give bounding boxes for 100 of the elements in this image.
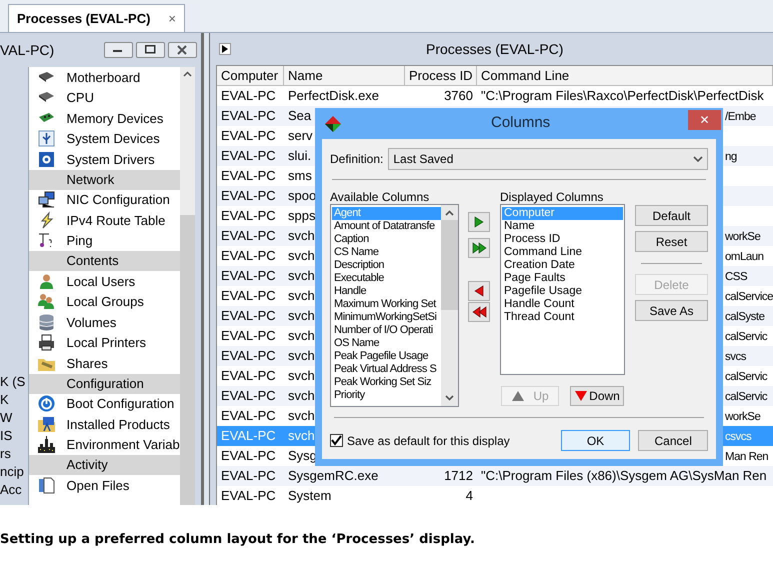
checkbox-label[interactable]: Save as default for this display — [347, 432, 557, 450]
table-cell: svch — [288, 428, 315, 444]
tree-item[interactable]: IS — [0, 427, 28, 445]
table-cell: EVAL-PC — [221, 408, 276, 424]
table-cell: EVAL-PC — [221, 108, 276, 124]
list-item[interactable]: Maximum Working Set — [332, 298, 441, 311]
checkbox[interactable] — [330, 434, 343, 447]
table-cell: EVAL-PC — [221, 248, 276, 264]
list-item[interactable]: Handle — [332, 285, 441, 298]
files-icon — [36, 476, 56, 495]
column-header[interactable]: Computer — [217, 66, 284, 85]
column-header[interactable]: Command Line — [477, 66, 773, 85]
list-label: Available Columns — [330, 189, 430, 204]
triangle-icon — [222, 45, 228, 53]
table-cell: svch — [288, 388, 315, 404]
list-item[interactable]: Peak Virtual Address S — [332, 363, 441, 376]
dialog-button[interactable]: Save As — [635, 300, 708, 321]
tree-item[interactable]: Local Groups — [66, 292, 144, 312]
close-tab-button[interactable]: × — [168, 8, 176, 28]
tree-group-header: Network — [28, 170, 180, 190]
list-item[interactable]: MinimumWorkingSetSi — [332, 311, 441, 324]
list-item[interactable]: Command Line — [502, 246, 623, 259]
close-button[interactable] — [168, 42, 197, 58]
minimize-button[interactable] — [104, 42, 133, 58]
scrollbar[interactable] — [441, 205, 458, 406]
tree-item[interactable]: IPv4 Route Table — [66, 210, 166, 230]
folder-icon — [36, 414, 56, 434]
tree-item[interactable]: Local Users — [66, 272, 136, 291]
restore-button[interactable] — [136, 42, 165, 58]
dialog-button[interactable]: Reset — [635, 231, 708, 252]
tree-item[interactable]: Shares — [66, 354, 108, 373]
table-cell: calServic — [725, 390, 768, 403]
list-item[interactable]: Peak Pagefile Usage — [332, 350, 441, 363]
tree-item[interactable]: NIC Configuration — [66, 190, 170, 210]
dialog-title: Columns — [491, 113, 550, 134]
list-item[interactable]: Creation Date — [502, 259, 623, 272]
dialog-button[interactable]: Default — [635, 205, 708, 226]
list-item[interactable]: Process ID — [502, 233, 623, 246]
table-cell: EVAL-PC — [221, 128, 276, 144]
table-cell: svch — [288, 328, 315, 344]
list-item[interactable]: Description — [332, 259, 441, 272]
app-logo-icon — [325, 116, 341, 132]
tree-item[interactable]: Boot Configuration — [66, 394, 174, 414]
list-item[interactable]: Caption — [332, 233, 441, 246]
list-item[interactable]: OS Name — [332, 337, 441, 350]
tree-item[interactable]: Acc — [0, 481, 28, 499]
available-columns-list[interactable] — [330, 204, 459, 407]
list-item[interactable]: Page Faults — [502, 272, 623, 285]
tree-item[interactable]: ncip — [0, 463, 28, 481]
table-cell: "C:\Program Files (x86)\Sysgem AG\SysMan Ren — [481, 468, 767, 484]
list-item[interactable]: Amount of Datatransfe — [332, 220, 441, 233]
column-header[interactable]: Name — [284, 66, 405, 85]
table-cell: svch — [288, 228, 315, 244]
ok-button[interactable]: OK — [560, 430, 630, 451]
tree-item[interactable]: Volumes — [66, 312, 116, 332]
tree-item[interactable]: System Devices — [66, 129, 160, 148]
list-item[interactable]: Priority — [332, 389, 441, 402]
definition-dropdown[interactable]: Last Saved — [388, 148, 708, 170]
add-all-columns-button[interactable] — [468, 238, 490, 258]
table-row[interactable]: EVAL-PC SysgemRC.exe 1712 "C:\Program Files (x86)\Sysgem AG\SysMan Ren — [217, 466, 773, 486]
table-cell: EVAL-PC — [221, 468, 276, 484]
table-cell: EVAL-PC — [221, 388, 276, 404]
scrollbar[interactable] — [180, 67, 196, 505]
tree-item[interactable]: K (S — [0, 373, 28, 391]
table-cell: omLaun — [725, 250, 764, 263]
tree-item[interactable]: CPU — [66, 88, 94, 108]
tree-item[interactable]: Installed Products — [66, 414, 170, 434]
list-item[interactable]: Name — [502, 220, 623, 233]
cancel-button[interactable]: Cancel — [638, 430, 708, 451]
tree-item[interactable]: Memory Devices — [66, 108, 164, 128]
remove-column-button[interactable] — [468, 281, 490, 301]
tree-item[interactable]: System Drivers — [66, 150, 155, 169]
expand-button[interactable] — [219, 43, 231, 55]
tree-item[interactable]: Ping — [66, 231, 93, 250]
close-button[interactable]: ✕ — [688, 110, 721, 130]
list-item[interactable]: Handle Count — [502, 298, 623, 311]
table-cell: csvcs — [725, 430, 752, 443]
tree-item[interactable]: Environment Variabl — [66, 435, 180, 454]
remove-all-columns-button[interactable] — [468, 302, 490, 322]
tree-group-header: Activity — [28, 455, 180, 475]
tree-item[interactable]: Open Files — [66, 476, 130, 495]
down-button[interactable]: Down — [570, 386, 624, 406]
tree-item[interactable]: rs — [0, 445, 28, 463]
tree-item[interactable]: K — [0, 391, 28, 409]
list-item[interactable]: Executable — [332, 272, 441, 285]
list-item[interactable]: CS Name — [332, 246, 441, 259]
table-cell: EVAL-PC — [221, 148, 276, 164]
list-item[interactable]: Peak Working Set Siz — [332, 376, 441, 389]
tree-item[interactable]: W — [0, 409, 28, 427]
tree-item[interactable]: Local Printers — [66, 333, 146, 352]
list-item[interactable]: Number of I/O Operati — [332, 324, 441, 337]
table-cell: svch — [288, 368, 315, 384]
list-item[interactable]: Pagefile Usage — [502, 285, 623, 298]
document-tab[interactable]: Processes (EVAL-PC) × — [8, 4, 186, 32]
displayed-columns-list[interactable]: Computer Name Process ID Command Line Creation Date Page Faults Pagefile Usage Handle Count Thread Count — [500, 204, 625, 375]
list-item[interactable]: Thread Count — [502, 311, 623, 324]
table-cell: svch — [288, 408, 315, 424]
column-header[interactable]: Process ID — [405, 66, 477, 85]
tree-item[interactable]: Motherboard — [66, 68, 140, 87]
add-column-button[interactable] — [468, 212, 490, 232]
